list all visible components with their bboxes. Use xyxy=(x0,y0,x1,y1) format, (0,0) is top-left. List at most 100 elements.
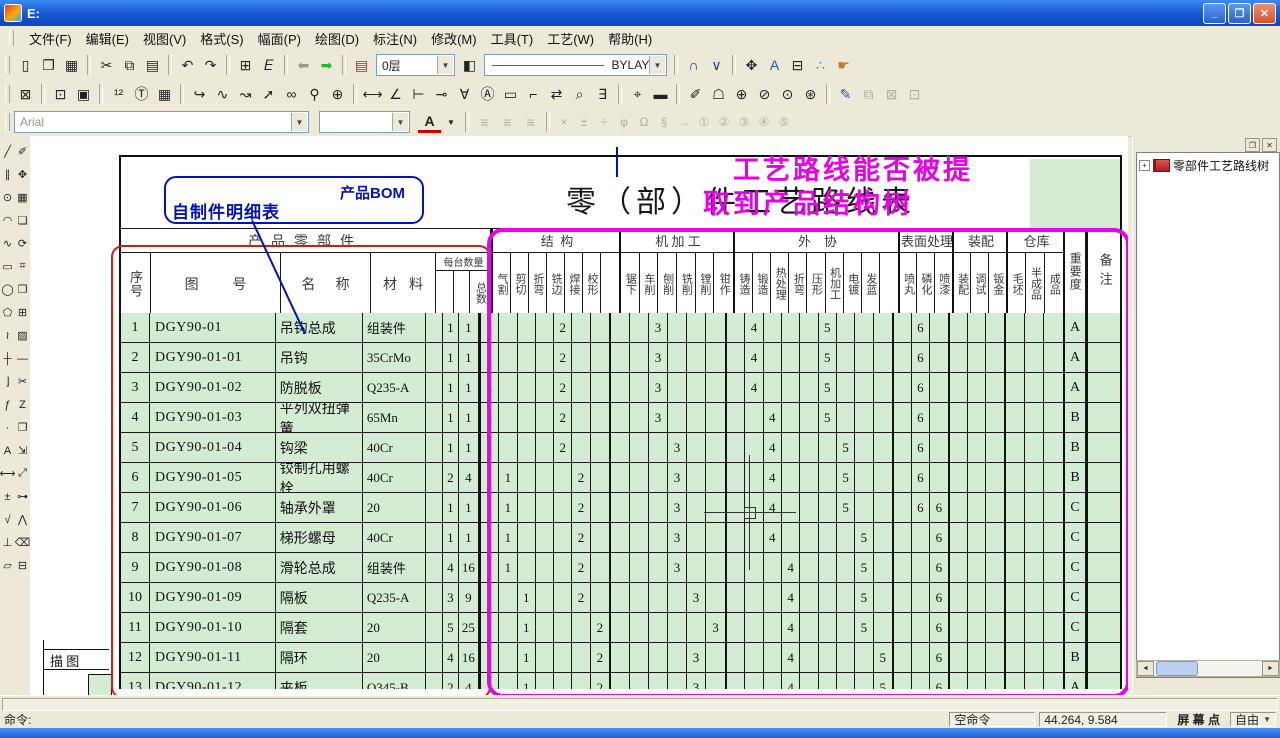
tool-circle-icon[interactable]: ⊙ xyxy=(0,186,15,209)
home-view-icon[interactable]: ☖ xyxy=(707,83,730,105)
dim-corner-icon[interactable]: ⌐ xyxy=(522,83,545,105)
tool-node-icon[interactable]: ⊶ xyxy=(15,485,30,508)
tool-roughness-icon[interactable]: √ xyxy=(0,508,15,531)
new-sheet-icon[interactable]: ⊞ xyxy=(234,54,257,76)
dim-angle-icon[interactable]: ∠ xyxy=(384,83,407,105)
scroll-thumb[interactable] xyxy=(1156,661,1198,676)
tool-copy-icon[interactable]: ❐ xyxy=(15,416,30,439)
tool-mirror-icon[interactable]: ⊞ xyxy=(15,301,30,324)
wave-line-icon[interactable]: ∿ xyxy=(211,83,234,105)
tool-ellipse-icon[interactable]: ◯ xyxy=(0,278,15,301)
tool-library-icon[interactable]: ⊟ xyxy=(15,554,30,577)
color-icon[interactable]: ◧ xyxy=(458,54,481,76)
tool-chamfer-icon[interactable]: ⌋ xyxy=(0,370,15,393)
zoom-in-icon[interactable]: ⊕ xyxy=(730,83,753,105)
minimize-button[interactable]: _ xyxy=(1203,3,1226,24)
paste-icon[interactable]: ▤ xyxy=(141,54,164,76)
edit-cell-icon[interactable]: ✎ xyxy=(834,83,857,105)
text-style-icon[interactable]: Ⓣ xyxy=(130,83,153,105)
tool-sheet-icon[interactable]: ▱ xyxy=(0,554,15,577)
align-right-icon[interactable]: ≡ xyxy=(519,111,542,133)
dim-linear-icon[interactable]: ⟷ xyxy=(361,83,384,105)
tool-weld-icon[interactable]: ⋀ xyxy=(15,508,30,531)
chevron-down-icon[interactable]: ▼ xyxy=(291,113,307,131)
symbol-button-6[interactable]: → xyxy=(674,111,694,133)
symbol-button-11[interactable]: ⑤ xyxy=(774,111,794,133)
symbol-button-1[interactable]: ± xyxy=(574,111,594,133)
maximize-button[interactable]: ❐ xyxy=(1228,3,1251,24)
menu-item-0[interactable]: 文件(F) xyxy=(22,30,79,49)
edit-copy-icon[interactable]: ⧉ xyxy=(857,83,880,105)
dim-circle-icon[interactable]: Ⓐ xyxy=(476,83,499,105)
font-size-combo[interactable]: ▼ xyxy=(319,111,410,133)
font-color-dropdown[interactable]: ▼ xyxy=(441,111,461,133)
undo-icon[interactable]: ↶ xyxy=(176,54,199,76)
symbol-button-10[interactable]: ④ xyxy=(754,111,774,133)
tool-tolerance-icon[interactable]: ± xyxy=(0,485,15,508)
tool-polygon-icon[interactable]: ⬠ xyxy=(0,301,15,324)
tool-grid-icon[interactable]: ⌗ xyxy=(15,255,30,278)
layers-icon[interactable]: ▤ xyxy=(350,54,373,76)
ole-edit-icon[interactable]: 𝐸 xyxy=(257,54,280,76)
tool-spline-icon[interactable]: ∿ xyxy=(0,232,15,255)
font-family-combo[interactable]: Arial ▼ xyxy=(14,111,309,133)
tool-zigzag-icon[interactable]: Z xyxy=(15,393,30,416)
symbol-button-0[interactable]: × xyxy=(554,111,574,133)
menu-item-3[interactable]: 格式(S) xyxy=(193,30,250,49)
symbol-button-5[interactable]: § xyxy=(654,111,674,133)
save-icon[interactable]: ▦ xyxy=(60,54,83,76)
zoom-dynamic-icon[interactable]: ⌖ xyxy=(626,83,649,105)
tool-break-icon[interactable]: — xyxy=(15,347,30,370)
align-center-icon[interactable]: ≡ xyxy=(496,111,519,133)
cut-icon[interactable]: ✂ xyxy=(95,54,118,76)
symbol-button-2[interactable]: ÷ xyxy=(594,111,614,133)
zoom-text-icon[interactable]: ▣ xyxy=(72,83,95,105)
point-type-label[interactable]: 屏 幕 点 xyxy=(1171,711,1226,728)
forward-icon[interactable]: ➡ xyxy=(315,54,338,76)
arrow-icon[interactable]: ➚ xyxy=(257,83,280,105)
menu-item-5[interactable]: 绘图(D) xyxy=(308,30,366,49)
tool-rect-icon[interactable]: ▭ xyxy=(0,255,15,278)
tool-wave-icon[interactable]: ≀ xyxy=(0,324,15,347)
tree-hscrollbar[interactable]: ◄ ► xyxy=(1136,660,1280,677)
tool-trim-icon[interactable]: ✂ xyxy=(15,370,30,393)
tool-frame-icon[interactable]: ❏ xyxy=(15,209,30,232)
table-style-icon[interactable]: ▦ xyxy=(153,83,176,105)
zoom-window-icon[interactable]: ⊡ xyxy=(49,83,72,105)
tool-arc-icon[interactable]: ◠ xyxy=(0,209,15,232)
tool-array-icon[interactable]: ❒ xyxy=(15,278,30,301)
tool-block-icon[interactable]: ▦ xyxy=(15,186,30,209)
chevron-down-icon[interactable]: ▼ xyxy=(392,113,408,131)
redo-icon[interactable]: ↷ xyxy=(199,54,222,76)
symbol-button-4[interactable]: Ω xyxy=(634,111,654,133)
text-tool-icon[interactable]: A xyxy=(763,54,786,76)
back-icon[interactable]: ⬅ xyxy=(292,54,315,76)
menu-item-1[interactable]: 编辑(E) xyxy=(79,30,136,49)
command-prompt[interactable]: 命令: xyxy=(0,711,31,728)
tool-point-icon[interactable]: · xyxy=(0,416,15,439)
tool-scale-icon[interactable]: ⤢ xyxy=(15,462,30,485)
tool-dim-icon[interactable]: ⟷ xyxy=(0,462,15,485)
tool-stretch-icon[interactable]: ⇲ xyxy=(15,439,30,462)
electric-symbol-icon[interactable]: ∩ xyxy=(682,54,705,76)
dim-swap-icon[interactable]: ⇄ xyxy=(545,83,568,105)
edit-del-icon[interactable]: ⊠ xyxy=(880,83,903,105)
dim-datum-icon[interactable]: ∃ xyxy=(591,83,614,105)
tool-text-icon[interactable]: A xyxy=(0,439,15,462)
menu-item-9[interactable]: 工艺(W) xyxy=(540,30,601,49)
fit-all-icon[interactable]: ⊠ xyxy=(14,83,37,105)
panel-close-icon[interactable]: ✕ xyxy=(1262,138,1277,152)
tool-formula-icon[interactable]: ƒ xyxy=(0,393,15,416)
probe-icon[interactable]: ⚲ xyxy=(303,83,326,105)
edit-ok-icon[interactable]: ⊡ xyxy=(903,83,926,105)
zigzag-icon[interactable]: ↝ xyxy=(234,83,257,105)
scroll-left-icon[interactable]: ◄ xyxy=(1137,661,1154,676)
open-icon[interactable]: ❐ xyxy=(37,54,60,76)
zoom-check-icon[interactable]: ⊛ xyxy=(799,83,822,105)
center-mark-icon[interactable]: ⊕ xyxy=(326,83,349,105)
tool-parallel-icon[interactable]: ∥ xyxy=(0,163,15,186)
dim-search-icon[interactable]: ⌕ xyxy=(568,83,591,105)
drawing-canvas[interactable]: 零（部）件工艺路线表 共1页机第1页 产品零部件序号图号名称材料每台数量总数结 … xyxy=(30,136,1128,695)
zoom-prev-icon[interactable]: ⊘ xyxy=(753,83,776,105)
symbol-button-8[interactable]: ② xyxy=(714,111,734,133)
